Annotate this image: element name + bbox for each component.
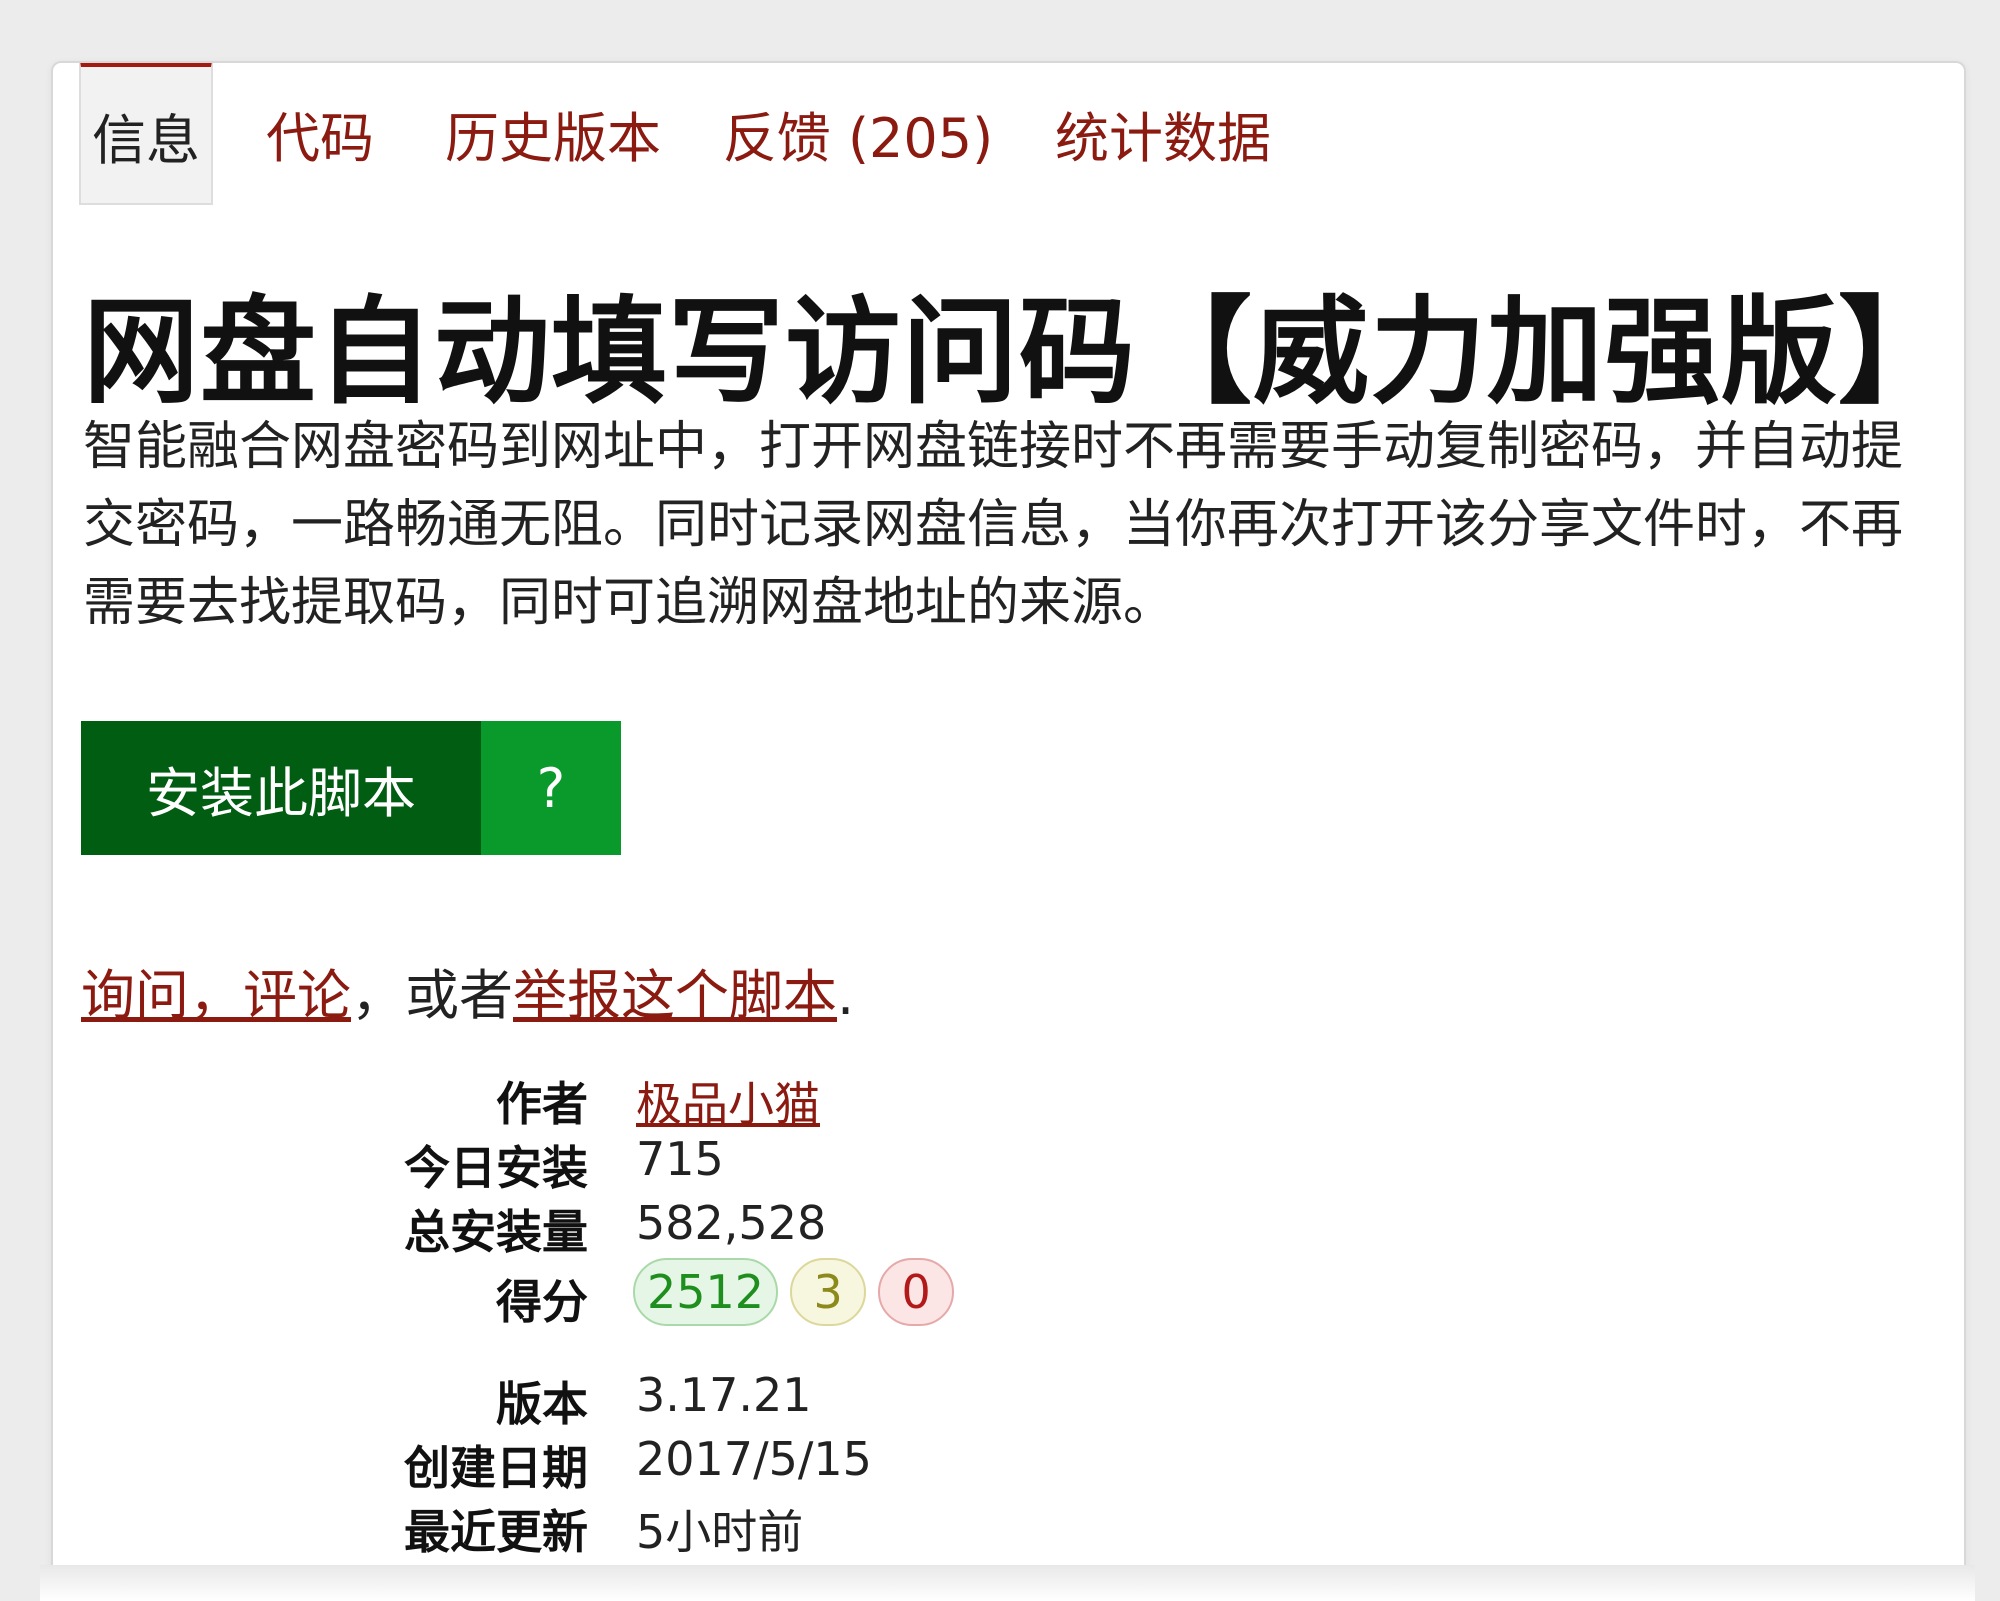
script-description: 智能融合网盘密码到网址中，打开网盘链接时不再需要手动复制密码，并自动提交密码，一… [83, 417, 1904, 633]
daily-installs-label: 今日安装 [404, 1141, 588, 1195]
detail-row-version: 版本 3.17.21 [53, 1368, 1964, 1434]
feedback-line: 询问，评论，或者举报这个脚本. [81, 951, 854, 1030]
author-link[interactable]: 极品小猫 [636, 1077, 820, 1131]
script-tabs: 信息 代码 历史版本 反馈 (205) 统计数据 [53, 63, 1964, 205]
daily-installs-value: 715 [636, 1132, 724, 1186]
author-label: 作者 [496, 1077, 588, 1131]
feedback-middle-text: ，或者 [351, 964, 513, 1027]
install-button-group: 安装此脚本 ? [81, 721, 621, 855]
rating-ok-badge[interactable]: 3 [790, 1258, 867, 1326]
card-bottom-fade [40, 1565, 1975, 1601]
feedback-end-text: . [837, 964, 855, 1027]
script-info-card: 信息 代码 历史版本 反馈 (205) 统计数据 网盘自动填写访问码【威力加强版… [51, 61, 1966, 1571]
detail-row-daily-installs: 今日安装 715 [53, 1132, 1964, 1198]
detail-row-created: 创建日期 2017/5/15 [53, 1432, 1964, 1498]
total-installs-value: 582,528 [636, 1196, 827, 1250]
script-title: 网盘自动填写访问码【威力加强版】 [83, 285, 1955, 420]
author-value: 极品小猫 [636, 1068, 820, 1134]
total-installs-label: 总安装量 [404, 1205, 588, 1259]
install-script-button[interactable]: 安装此脚本 [81, 721, 481, 855]
screenshot-stage: 信息 代码 历史版本 反馈 (205) 统计数据 网盘自动填写访问码【威力加强版… [0, 0, 2000, 1601]
detail-row-author: 作者 极品小猫 [53, 1068, 1964, 1134]
detail-row-updated: 最近更新 5小时前 [53, 1496, 1964, 1562]
ratings-label: 得分 [496, 1275, 588, 1329]
report-script-link[interactable]: 举报这个脚本 [513, 964, 837, 1027]
created-value: 2017/5/15 [636, 1432, 872, 1486]
detail-row-total-installs: 总安装量 582,528 [53, 1196, 1964, 1262]
tab-history[interactable]: 历史版本 [433, 63, 673, 203]
tab-feedback[interactable]: 反馈 (205) [723, 63, 993, 203]
tab-info[interactable]: 信息 [79, 63, 213, 205]
detail-row-ratings: 得分 2512 3 0 [53, 1258, 1964, 1329]
version-label: 版本 [496, 1377, 588, 1431]
ask-comment-link[interactable]: 询问，评论 [81, 964, 351, 1027]
install-help-button[interactable]: ? [481, 721, 621, 855]
created-label: 创建日期 [404, 1441, 588, 1495]
updated-label: 最近更新 [404, 1505, 588, 1559]
tab-code[interactable]: 代码 [258, 63, 382, 203]
rating-good-badge[interactable]: 2512 [633, 1258, 779, 1326]
version-value: 3.17.21 [636, 1368, 812, 1422]
tab-stats[interactable]: 统计数据 [1043, 63, 1283, 203]
ratings-value: 2512 3 0 [633, 1258, 966, 1326]
rating-bad-badge[interactable]: 0 [878, 1258, 955, 1326]
updated-value: 5小时前 [636, 1505, 804, 1559]
